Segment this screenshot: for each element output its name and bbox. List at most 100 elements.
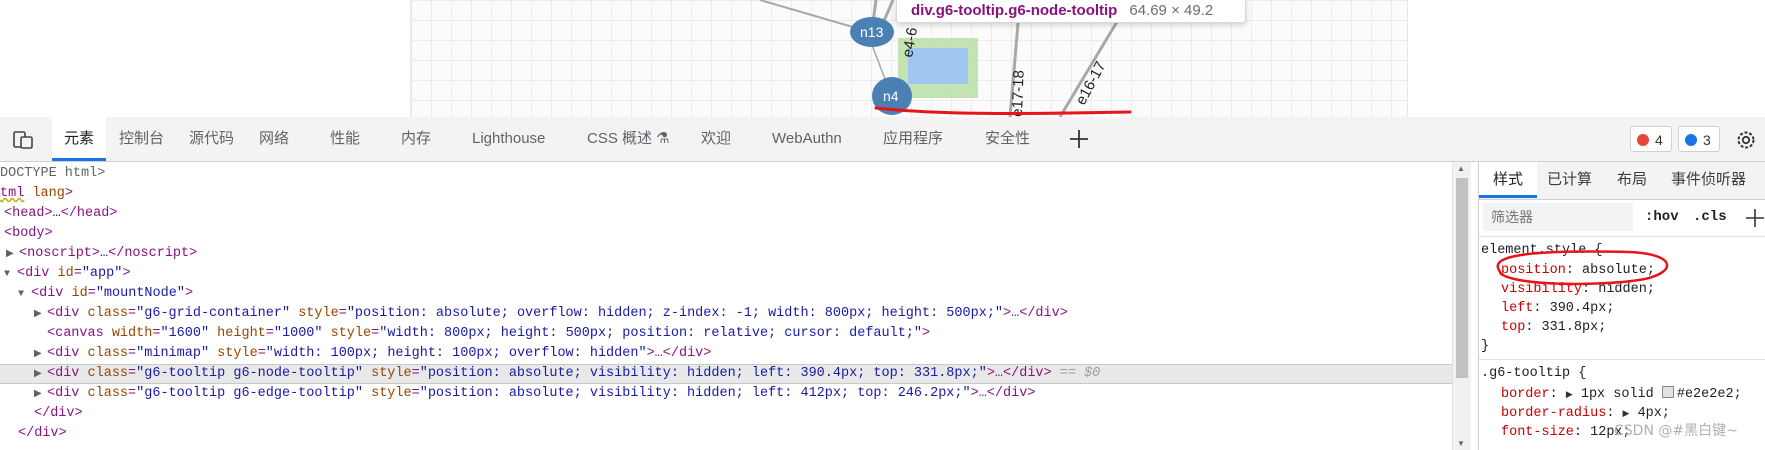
app-close: > — [122, 266, 131, 281]
body-tag: <body> — [4, 226, 53, 241]
scroll-down-arrow-icon[interactable]: ▼ — [1457, 439, 1465, 448]
dom-line-body[interactable]: <body> — [4, 224, 1452, 244]
minimap-val-style: "width: 100px; height: 100px; overflow: … — [265, 346, 647, 361]
minimap-val-class: "minimap" — [136, 346, 210, 361]
close-div-tag: </div> — [18, 426, 67, 441]
node-tooltip-attr-style: style — [371, 366, 412, 381]
minimap-attr-class: class — [87, 346, 129, 361]
expand-triangle-icon[interactable]: ▶ — [34, 345, 47, 365]
noscript-close: </noscript> — [108, 246, 198, 261]
dom-line-doctype[interactable]: DOCTYPE html> — [0, 164, 1452, 184]
html-close: > — [64, 186, 73, 201]
elements-scrollbar[interactable]: ▲ ▼ — [1452, 162, 1471, 450]
settings-gear-icon[interactable] — [1734, 128, 1758, 152]
tab-lighthouse[interactable]: Lighthouse — [472, 117, 545, 161]
canvas-rest: > — [922, 326, 931, 341]
node-tooltip-val-style: "position: absolute; visibility: hidden;… — [419, 366, 987, 381]
grid-tag: <div — [47, 306, 80, 321]
expand-triangle-icon[interactable]: ▶ — [34, 385, 47, 405]
message-icon — [1685, 134, 1697, 146]
mount-attr: id — [71, 286, 88, 301]
message-count: 3 — [1703, 132, 1711, 148]
node-tooltip-val-class: "g6-tooltip g6-node-tooltip" — [136, 366, 363, 381]
collapse-triangle-icon[interactable]: ▼ — [4, 265, 17, 285]
grid-val-style: "position: absolute; overflow: hidden; z… — [346, 306, 1004, 321]
html-tag: tml — [0, 186, 25, 201]
dom-line-edge-tooltip[interactable]: ▶ <div class="g6-tooltip g6-edge-tooltip"… — [34, 384, 1452, 404]
canvas-attr-width: width — [111, 326, 153, 341]
doctype-text: DOCTYPE html> — [0, 166, 106, 181]
dom-line-head[interactable]: <head>…</head> — [4, 204, 1452, 224]
edge-label: e16-17 — [1073, 59, 1110, 108]
grid-rest: >…</div> — [1003, 306, 1068, 321]
selected-marker: == $0 — [1059, 366, 1101, 381]
expand-triangle-icon[interactable]: ▶ — [6, 245, 19, 265]
dom-line-close-div[interactable]: </div> — [34, 404, 1452, 424]
tab-security[interactable]: 安全性 — [985, 117, 1030, 161]
expand-triangle-icon[interactable]: ▶ — [34, 305, 47, 325]
error-count: 4 — [1655, 132, 1663, 148]
mount-close: > — [184, 286, 194, 301]
dom-line-close-div[interactable]: </div> — [18, 424, 1452, 444]
head-close: </head> — [60, 206, 118, 221]
scroll-up-arrow-icon[interactable]: ▲ — [1457, 164, 1465, 173]
tab-console[interactable]: 控制台 — [119, 117, 164, 161]
devtools-tabbar: 元素 控制台 源代码 网络 性能 内存 Lighthouse CSS 概述 ⚗ … — [0, 117, 1765, 162]
tab-welcome[interactable]: 欢迎 — [701, 117, 731, 161]
head-ellipsis: … — [52, 206, 61, 221]
add-tab-plus-icon[interactable] — [1068, 128, 1090, 150]
head-open: <head> — [4, 206, 53, 221]
edge-tooltip-attr-class: class — [87, 386, 129, 401]
canvas-tag: <canvas — [47, 326, 104, 341]
tab-network[interactable]: 网络 — [259, 117, 289, 161]
message-count-badge[interactable]: 3 — [1678, 126, 1720, 152]
elements-dom-tree[interactable]: DOCTYPE html> tml lang> <head>…</head> <… — [0, 162, 1452, 450]
dom-line-canvas[interactable]: <canvas width="1600" height="1000" style… — [47, 324, 1452, 344]
tab-webauthn[interactable]: WebAuthn — [772, 117, 842, 161]
tab-elements[interactable]: 元素 — [52, 117, 107, 161]
graph-canvas[interactable]: n13 n4 e4-6 e17-18 e16-17 — [0, 0, 1765, 117]
edge-label: e17-18 — [1009, 70, 1028, 117]
app-tag: <div — [17, 266, 50, 281]
dom-line-app[interactable]: ▼ <div id="app"> — [4, 264, 1452, 284]
minimap-tag: <div — [47, 346, 80, 361]
error-count-badge[interactable]: 4 — [1630, 126, 1672, 152]
elements-scroll-thumb[interactable] — [1456, 178, 1468, 378]
noscript-open: <noscript> — [19, 246, 101, 261]
expand-triangle-icon[interactable]: ▶ — [34, 366, 47, 384]
tab-css-overview[interactable]: CSS 概述 ⚗ — [587, 117, 670, 161]
error-icon — [1637, 134, 1649, 146]
edge-tooltip-tag: <div — [47, 386, 80, 401]
dom-line-noscript[interactable]: ▶ <noscript>…</noscript> — [6, 244, 1452, 264]
node-tooltip-tag: <div — [47, 366, 80, 381]
dom-line-mountnode[interactable]: ▼ <div id="mountNode"> — [18, 284, 1452, 304]
node-tooltip-attr-class: class — [87, 366, 129, 381]
app-attr: id — [57, 266, 74, 281]
graph-node-label: n13 — [860, 24, 884, 40]
dom-line-html[interactable]: tml lang> — [0, 184, 1452, 204]
watermark-text: CSDN @#黑白键~ — [1614, 423, 1738, 439]
grid-attr-class: class — [87, 306, 129, 321]
device-toolbar-icon[interactable] — [12, 129, 34, 151]
dom-line-node-tooltip-selected[interactable]: ▶ <div class="g6-tooltip g6-node-tooltip"… — [0, 364, 1452, 384]
grid-val-class: "g6-grid-container" — [136, 306, 291, 321]
red-annotation-underline — [874, 106, 1132, 115]
mount-tag: <div — [31, 286, 64, 301]
tab-performance[interactable]: 性能 — [330, 117, 360, 161]
dom-line-minimap[interactable]: ▶ <div class="minimap" style="width: 100p… — [34, 344, 1452, 364]
canvas-val-style: "width: 800px; height: 500px; position: … — [379, 326, 923, 341]
tab-application[interactable]: 应用程序 — [883, 117, 943, 161]
tab-memory[interactable]: 内存 — [401, 117, 431, 161]
red-annotation-circle — [1496, 250, 1669, 286]
styles-pane: 样式 已计算 布局 事件侦听器 :hov .cls element.style … — [1478, 162, 1765, 450]
grid-attr-style: style — [298, 306, 339, 321]
inspect-tooltip-selector: div.g6-tooltip.g6-node-tooltip — [911, 2, 1118, 19]
edge-tooltip-val-style: "position: absolute; visibility: hidden;… — [419, 386, 971, 401]
inspect-tooltip-size: 64.69 × 49.2 — [1129, 2, 1214, 19]
app-val: "app" — [81, 266, 123, 281]
minimap-attr-style: style — [217, 346, 258, 361]
dom-line-grid-container[interactable]: ▶ <div class="g6-grid-container" style="p… — [34, 304, 1452, 324]
tab-sources[interactable]: 源代码 — [189, 117, 234, 161]
mount-val: "mountNode" — [95, 286, 185, 301]
collapse-triangle-icon[interactable]: ▼ — [18, 285, 31, 305]
